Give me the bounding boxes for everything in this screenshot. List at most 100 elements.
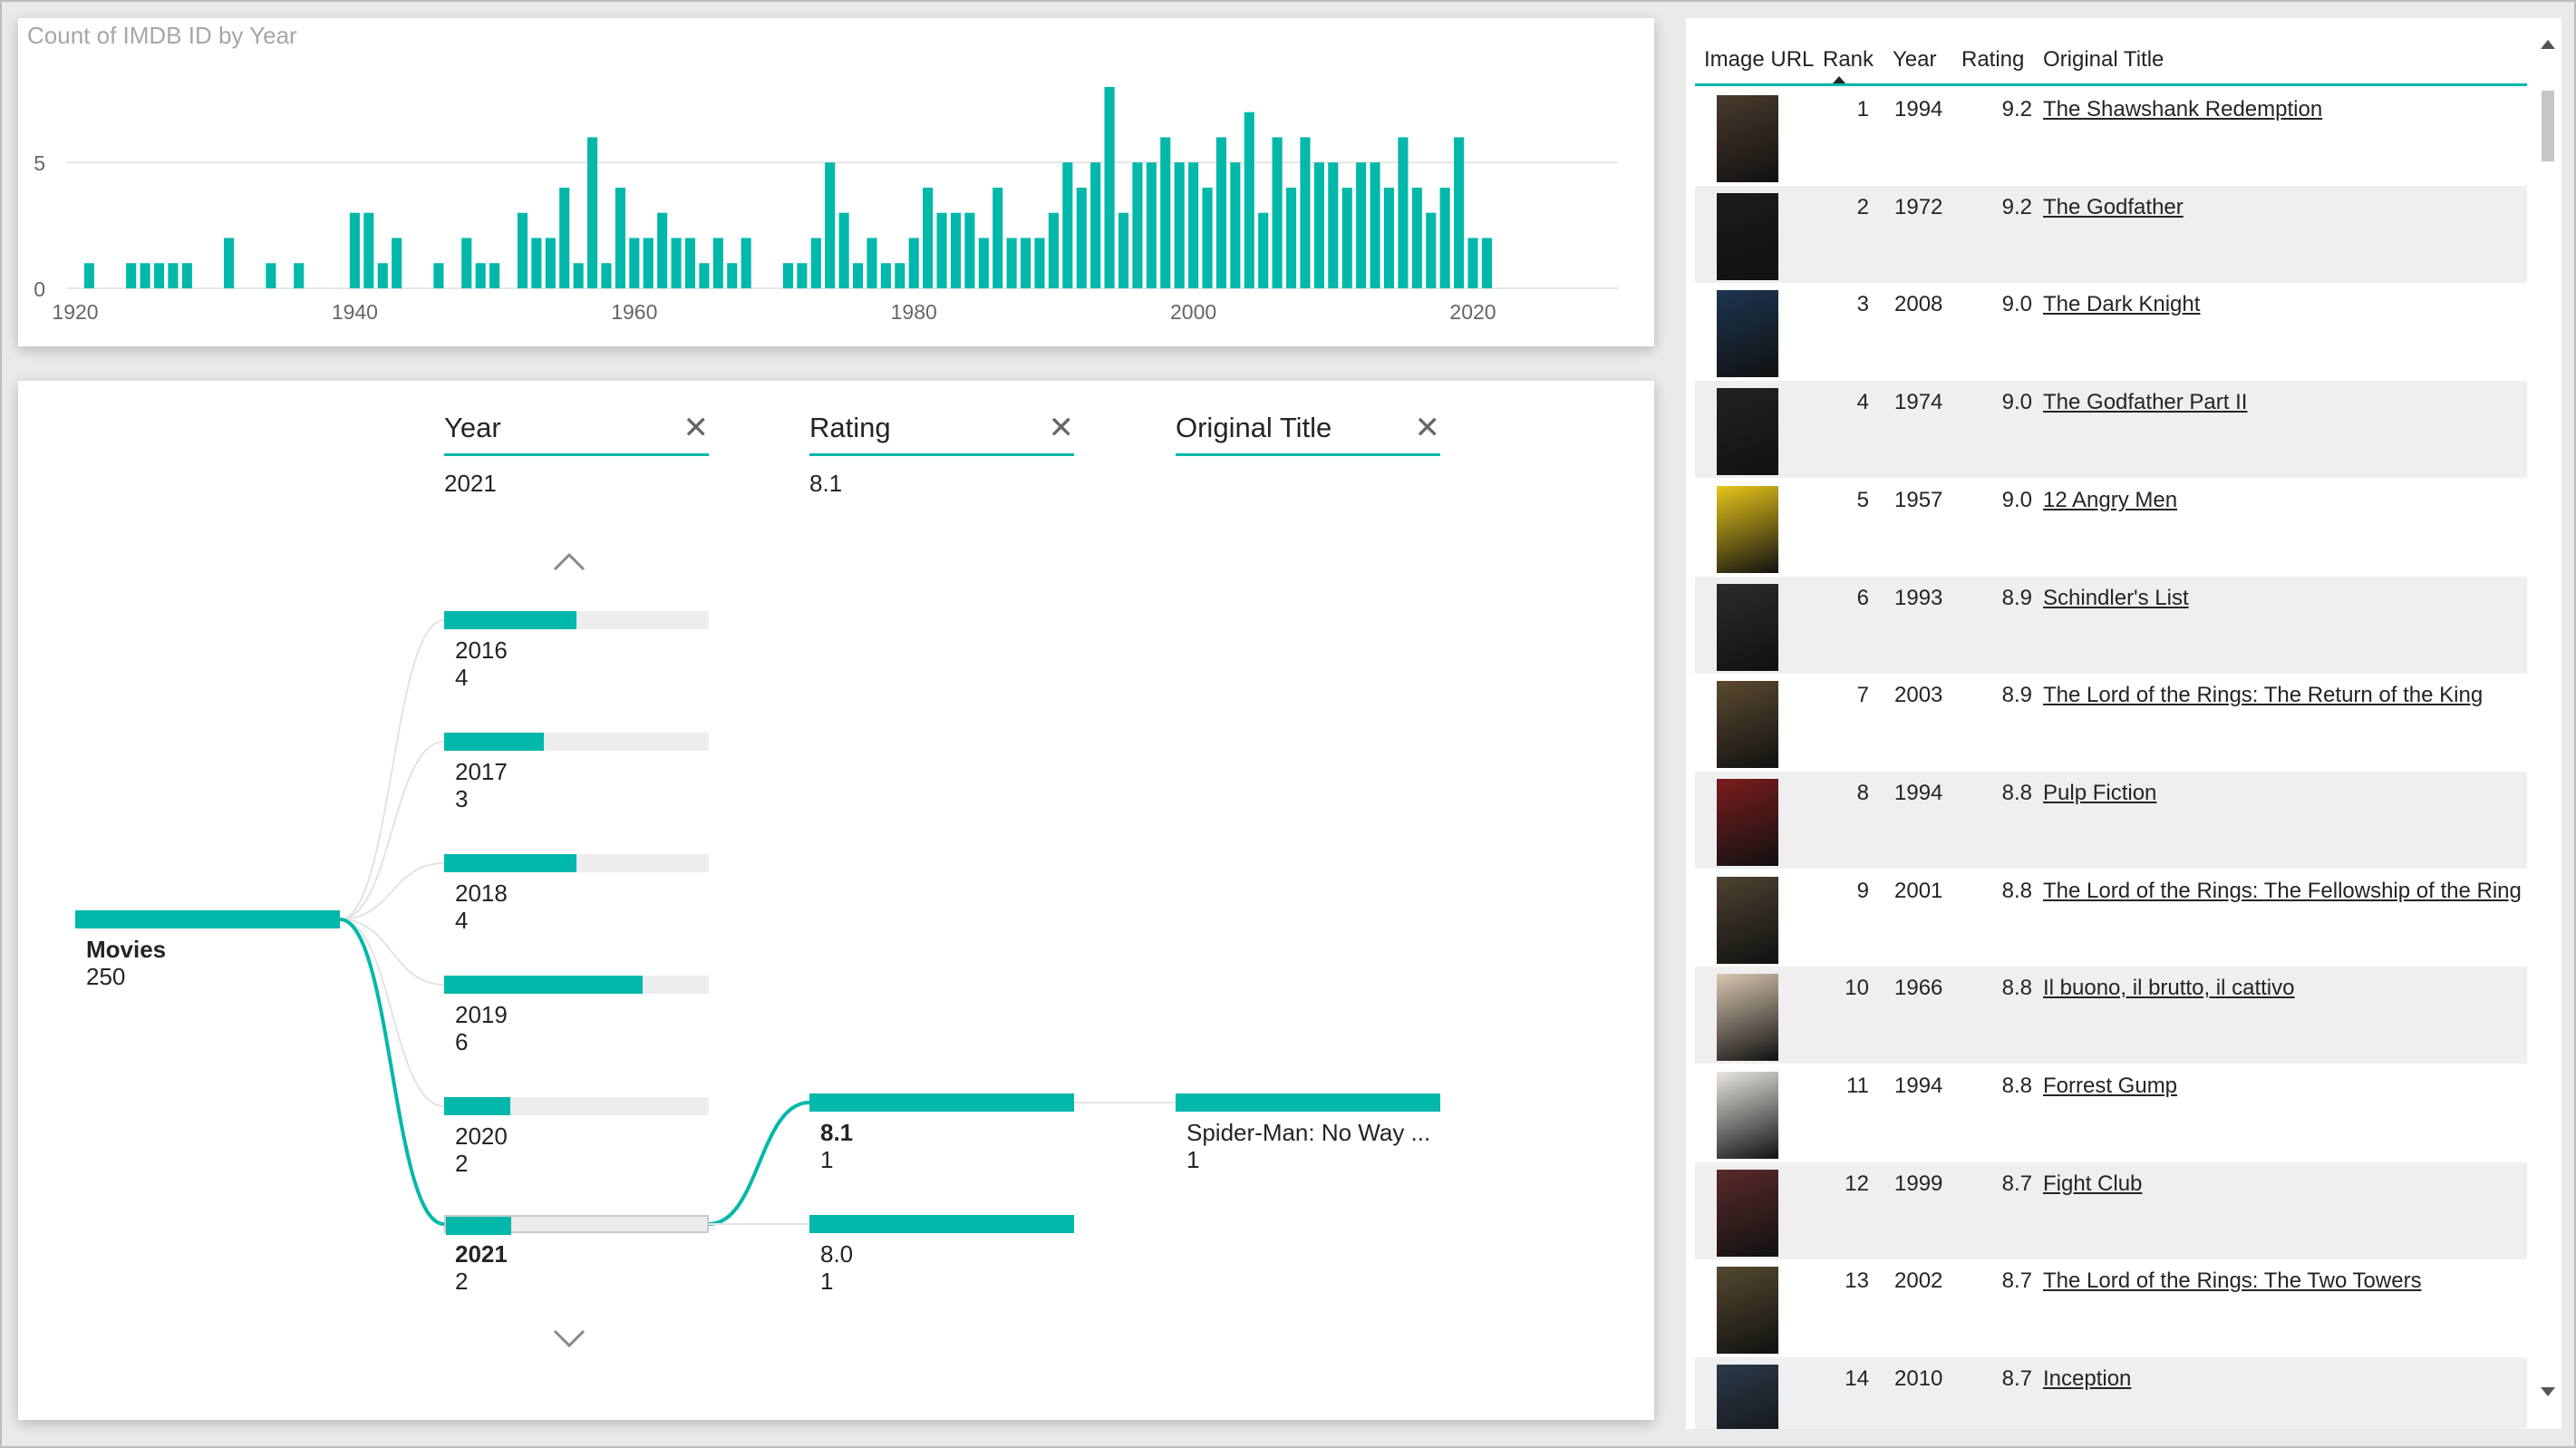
- chart-bar[interactable]: [1300, 137, 1311, 288]
- chart-bar[interactable]: [140, 263, 150, 288]
- chart-bar[interactable]: [964, 212, 975, 288]
- chart-bar[interactable]: [810, 238, 821, 288]
- chart-bar[interactable]: [392, 238, 402, 288]
- table-row[interactable]: 1 1994 9.2 The Shawshank Redemption: [1695, 88, 2527, 186]
- chart-bar[interactable]: [531, 238, 542, 288]
- table-row[interactable]: 9 2001 8.8 The Lord of the Rings: The Fello…: [1695, 870, 2527, 967]
- chart-bar[interactable]: [517, 212, 528, 288]
- chart-bar[interactable]: [880, 263, 891, 288]
- table-row[interactable]: 11 1994 8.8 Forrest Gump: [1695, 1064, 2527, 1162]
- chart-bar[interactable]: [712, 238, 723, 288]
- chevron-up-icon[interactable]: [551, 551, 587, 573]
- chart-bar[interactable]: [699, 263, 710, 288]
- title-link[interactable]: Schindler's List: [2043, 586, 2189, 611]
- chart-bar[interactable]: [1383, 187, 1395, 288]
- chart-bar[interactable]: [923, 187, 934, 288]
- chart-bar[interactable]: [1174, 162, 1185, 288]
- chart-bar[interactable]: [838, 212, 849, 288]
- table-row[interactable]: 5 1957 9.0 12 Angry Men: [1695, 479, 2527, 577]
- close-icon[interactable]: ✕: [1049, 410, 1075, 446]
- chart-bar[interactable]: [1328, 162, 1339, 288]
- chart-bar[interactable]: [1272, 137, 1283, 288]
- chevron-down-icon[interactable]: [551, 1327, 587, 1349]
- chart-bar[interactable]: [126, 263, 137, 288]
- chart-bar[interactable]: [1215, 137, 1226, 288]
- column-header-image-url[interactable]: Image URL: [1704, 47, 1814, 73]
- chart-bar[interactable]: [489, 263, 500, 288]
- chart-bar[interactable]: [978, 238, 989, 288]
- chart-bar[interactable]: [615, 187, 625, 288]
- table-row[interactable]: 4 1974 9.0 The Godfather Part II: [1695, 381, 2527, 480]
- chart-bar[interactable]: [1090, 162, 1101, 288]
- chart-bar[interactable]: [433, 263, 444, 288]
- chart-bar[interactable]: [1341, 187, 1352, 288]
- scroll-down-arrow-icon[interactable]: [2541, 1387, 2555, 1396]
- title-link[interactable]: Il buono, il brutto, il cattivo: [2043, 976, 2294, 1001]
- chart-bar[interactable]: [1398, 137, 1409, 288]
- chart-bar[interactable]: [1244, 112, 1254, 288]
- title-link[interactable]: The Godfather Part II: [2043, 390, 2247, 415]
- table-row[interactable]: 6 1993 8.9 Schindler's List: [1695, 576, 2527, 675]
- table-row[interactable]: 10 1966 8.8 Il buono, il brutto, il cattivo: [1695, 967, 2527, 1065]
- chart-bar[interactable]: [1370, 162, 1380, 288]
- table-row[interactable]: 13 2002 8.7 The Lord of the Rings: The Two …: [1695, 1259, 2527, 1358]
- title-link[interactable]: 12 Angry Men: [2043, 488, 2177, 513]
- chart-bar[interactable]: [224, 238, 235, 288]
- title-link[interactable]: Inception: [2043, 1366, 2131, 1392]
- chart-bar[interactable]: [797, 263, 808, 288]
- chart-bar[interactable]: [1188, 162, 1199, 288]
- chart-bar[interactable]: [83, 263, 94, 288]
- scroll-up-arrow-icon[interactable]: [2541, 40, 2555, 49]
- title-link[interactable]: The Godfather: [2043, 195, 2184, 220]
- table-row[interactable]: 2 1972 9.2 The Godfather: [1695, 185, 2527, 284]
- column-header-original-title[interactable]: Original Title: [2043, 47, 2164, 73]
- chart-bar[interactable]: [936, 212, 947, 288]
- chart-bar[interactable]: [1285, 187, 1297, 288]
- table-row[interactable]: 14 2010 8.7 Inception: [1695, 1357, 2527, 1429]
- chart-bar[interactable]: [1034, 238, 1045, 288]
- chart-bar[interactable]: [727, 263, 738, 288]
- chart-bar[interactable]: [294, 263, 305, 288]
- title-link[interactable]: Forrest Gump: [2043, 1074, 2177, 1099]
- chart-bar[interactable]: [1454, 137, 1465, 288]
- chart-bar[interactable]: [1118, 212, 1129, 288]
- chart-bar[interactable]: [573, 263, 584, 288]
- chart-bar[interactable]: [475, 263, 486, 288]
- chart-bar[interactable]: [867, 238, 877, 288]
- chart-bar[interactable]: [895, 263, 905, 288]
- chart-bar[interactable]: [1021, 238, 1031, 288]
- table-row[interactable]: 8 1994 8.8 Pulp Fiction: [1695, 771, 2527, 870]
- chart-bar[interactable]: [181, 263, 192, 288]
- chart-bar[interactable]: [1062, 162, 1073, 288]
- title-link[interactable]: The Lord of the Rings: The Fellowship of…: [2043, 879, 2522, 904]
- chart-bar[interactable]: [1313, 162, 1324, 288]
- chart-bar[interactable]: [1202, 187, 1213, 288]
- level-header-year[interactable]: Year ✕ 2021: [444, 410, 710, 497]
- chart-bar[interactable]: [950, 212, 962, 288]
- chart-bar[interactable]: [1411, 187, 1422, 288]
- chart-bar[interactable]: [1048, 212, 1059, 288]
- chart-bar[interactable]: [153, 263, 165, 288]
- column-header-rating[interactable]: Rating: [1961, 47, 2024, 73]
- chart-bar[interactable]: [1481, 238, 1492, 288]
- chart-bar[interactable]: [1076, 187, 1087, 288]
- chart-bar[interactable]: [1426, 212, 1437, 288]
- chart-bar[interactable]: [586, 137, 598, 288]
- title-link[interactable]: The Lord of the Rings: The Return of the…: [2043, 683, 2483, 708]
- level-header-rating[interactable]: Rating ✕ 8.1: [809, 410, 1075, 497]
- close-icon[interactable]: ✕: [683, 410, 710, 446]
- chart-bar[interactable]: [461, 238, 472, 288]
- scrollbar-thumb[interactable]: [2542, 91, 2554, 161]
- title-link[interactable]: The Dark Knight: [2043, 292, 2200, 317]
- chart-bar[interactable]: [266, 263, 276, 288]
- title-link[interactable]: The Shawshank Redemption: [2043, 97, 2322, 122]
- chart-bar[interactable]: [629, 238, 640, 288]
- chart-bar[interactable]: [1230, 162, 1241, 288]
- chart-bar[interactable]: [1132, 162, 1143, 288]
- table-row[interactable]: 7 2003 8.9 The Lord of the Rings: The Retur…: [1695, 674, 2527, 773]
- chart-bar[interactable]: [684, 238, 696, 288]
- chart-bar[interactable]: [559, 187, 570, 288]
- chart-bar[interactable]: [1467, 238, 1478, 288]
- chart-bar[interactable]: [643, 238, 654, 288]
- chart-bar[interactable]: [168, 263, 179, 288]
